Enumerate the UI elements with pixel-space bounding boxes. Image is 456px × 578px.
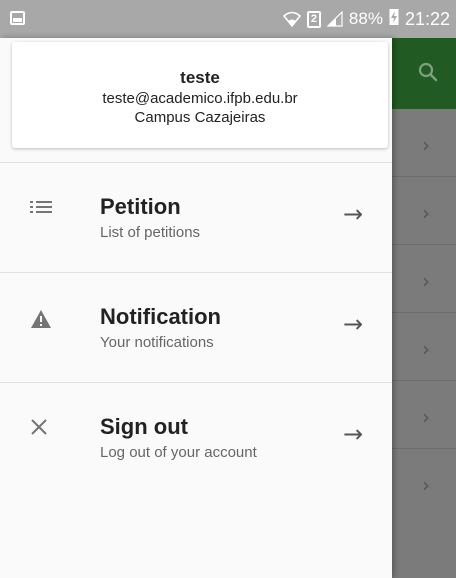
profile-name: teste [180,68,220,87]
charging-icon [389,8,399,31]
list-item: › [392,449,456,517]
clock: 21:22 [404,8,450,29]
arrow-right-icon: → [343,200,364,228]
arrow-right-icon: → [343,310,364,338]
list-icon [30,199,52,220]
arrow-right-icon: → [343,420,364,448]
chevron-right-icon: › [422,201,430,225]
list-item: › [392,381,456,449]
wifi-icon [282,11,301,27]
chevron-right-icon: › [422,337,430,361]
menu-item-petition[interactable]: Petition List of petitions → [0,163,392,273]
chevron-right-icon: › [422,473,430,497]
list-item: › [392,313,456,381]
chevron-right-icon: › [422,405,430,429]
status-bar: 2 88% 21:22 [0,0,456,38]
gallery-notification-icon [10,11,25,25]
sim-slot-badge: 2 [306,10,321,28]
profile-card: teste teste@academico.ifpb.edu.br Campus… [12,42,388,148]
profile-email: teste@academico.ifpb.edu.br [102,90,298,107]
list-item: › [392,177,456,245]
menu-item-subtitle: List of petitions [100,224,201,241]
search-icon[interactable] [416,60,440,84]
chevron-right-icon: › [422,133,430,157]
close-icon [30,418,48,441]
list-item: › [392,245,456,313]
warning-icon [30,309,52,334]
app-toolbar [392,38,456,109]
signal-icon [326,11,343,27]
background-list: › › › › › › [392,109,456,578]
navigation-drawer: teste teste@academico.ifpb.edu.br Campus… [0,38,392,578]
menu-item-title: Petition [100,194,181,219]
menu-item-title: Notification [100,304,221,329]
menu-item-subtitle: Your notifications [100,334,214,351]
list-item: › [392,109,456,177]
chevron-right-icon: › [422,269,430,293]
menu-item-title: Sign out [100,414,188,439]
menu-item-notification[interactable]: Notification Your notifications → [0,273,392,383]
profile-campus: Campus Cazajeiras [134,109,266,126]
menu-item-subtitle: Log out of your account [100,444,257,461]
status-indicators: 2 88% 21:22 [282,0,450,38]
menu-item-sign-out[interactable]: Sign out Log out of your account → [0,383,392,493]
battery-percent: 88% [348,9,383,28]
